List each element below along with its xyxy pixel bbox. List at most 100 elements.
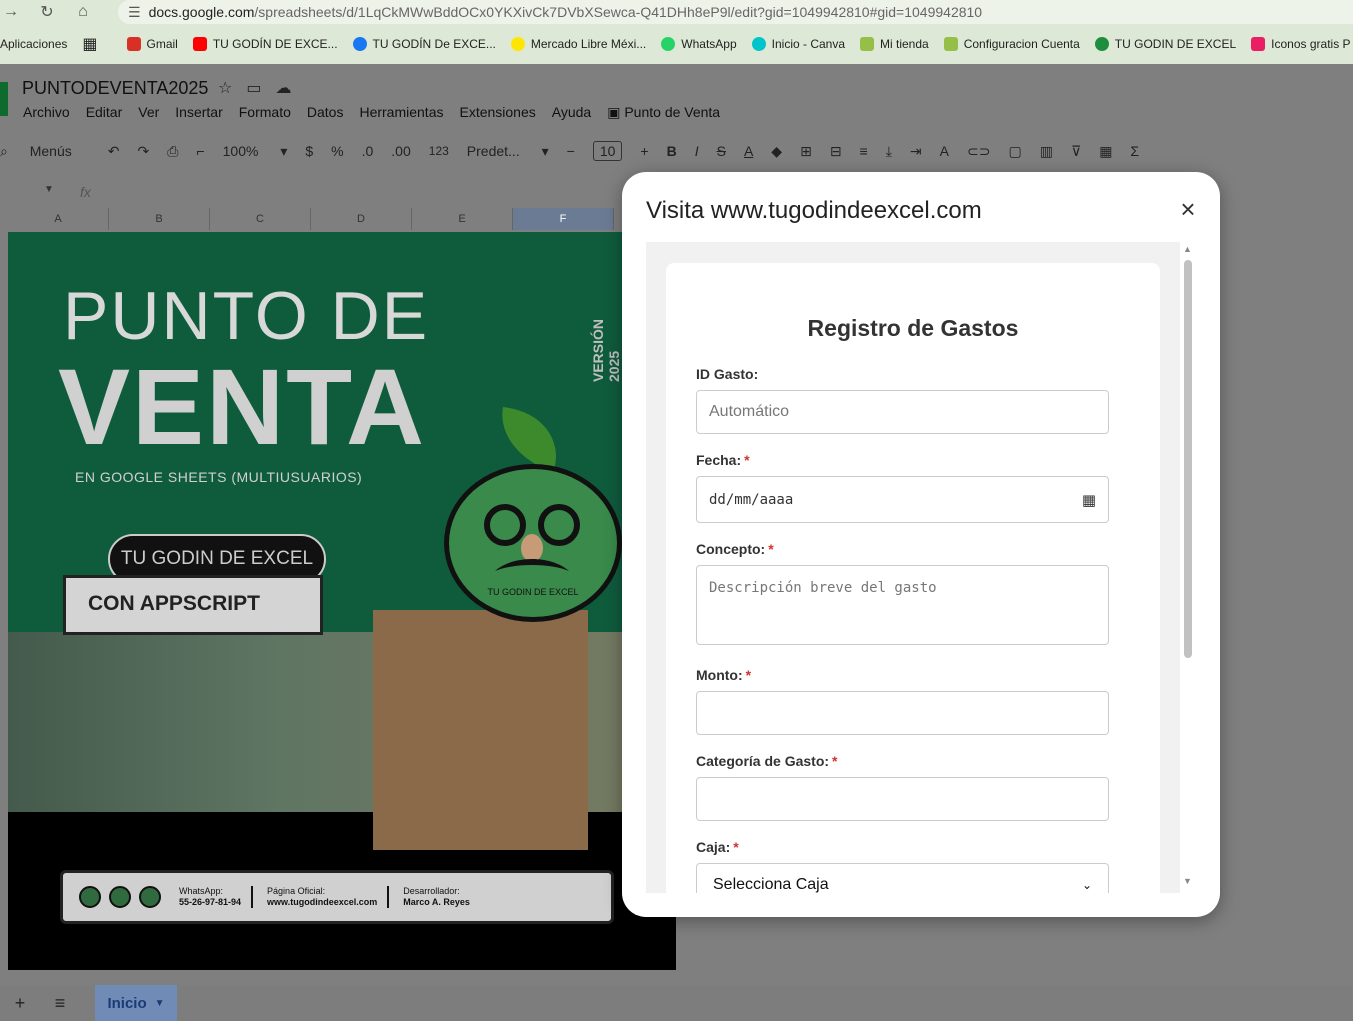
- banner-footer: WhatsApp: 55-26-97-81-94 Página Oficial: w…: [60, 870, 614, 924]
- font-select[interactable]: Predet... ▾: [467, 143, 549, 160]
- decrease-decimal-button[interactable]: .0: [362, 143, 374, 159]
- font-size-input[interactable]: 10: [592, 141, 623, 161]
- forward-icon[interactable]: →: [0, 3, 22, 21]
- menu-archivo[interactable]: Archivo: [23, 104, 70, 121]
- column-header-e[interactable]: E: [412, 208, 513, 230]
- menu-insertar[interactable]: Insertar: [175, 104, 222, 121]
- bookmark-gmail[interactable]: Gmail: [126, 37, 178, 51]
- calendar-icon[interactable]: ▦: [1082, 491, 1096, 509]
- text-color-icon[interactable]: A: [744, 143, 753, 159]
- menu-editar[interactable]: Editar: [86, 104, 123, 121]
- menu-datos[interactable]: Datos: [307, 104, 344, 121]
- menus-search[interactable]: ⌕ Menús: [0, 143, 90, 160]
- borders-icon[interactable]: ⊞: [800, 143, 812, 160]
- column-header-f[interactable]: F: [513, 208, 614, 230]
- align-vertical-icon[interactable]: ⤓: [886, 143, 892, 160]
- sheet-tabs-bar: + ≡ Inicio ▼: [0, 985, 1353, 1021]
- currency-button[interactable]: $: [305, 143, 313, 159]
- monto-input[interactable]: [696, 691, 1109, 735]
- mascot-logo-text: TU GODIN DE EXCEL: [487, 587, 579, 597]
- required-mark: *: [745, 667, 752, 683]
- redo-icon[interactable]: ↷: [138, 143, 150, 160]
- menu-ver[interactable]: Ver: [138, 104, 159, 121]
- chart-icon[interactable]: ▥: [1040, 143, 1053, 160]
- bookmark-mercadolibre[interactable]: Mercado Libre Méxi...: [510, 37, 646, 51]
- column-header-b[interactable]: B: [109, 208, 210, 230]
- home-icon[interactable]: ⌂: [72, 3, 94, 21]
- move-folder-icon[interactable]: ▭: [246, 80, 275, 97]
- undo-icon[interactable]: ↶: [108, 143, 120, 160]
- bookmark-configuracion[interactable]: Configuracion Cuenta: [943, 37, 1080, 51]
- modal-content: Registro de Gastos ID Gasto: Automático …: [646, 242, 1196, 893]
- site-info-icon[interactable]: ☰: [128, 4, 141, 21]
- concepto-label: Concepto: *: [696, 541, 774, 557]
- close-icon[interactable]: ×: [1175, 196, 1201, 222]
- merge-cells-icon[interactable]: ⊟: [830, 143, 842, 160]
- add-sheet-icon[interactable]: +: [0, 993, 40, 1014]
- apps-grid-icon[interactable]: ▦: [82, 34, 97, 54]
- italic-icon[interactable]: I: [695, 143, 699, 159]
- categoria-label: Categoría de Gasto: *: [696, 753, 838, 769]
- functions-icon[interactable]: Σ: [1130, 143, 1139, 159]
- all-sheets-icon[interactable]: ≡: [40, 993, 80, 1014]
- bookmark-canva[interactable]: Inicio - Canva: [751, 37, 845, 51]
- font-size-increase-icon[interactable]: +: [640, 143, 648, 159]
- column-header-d[interactable]: D: [311, 208, 412, 230]
- url-field[interactable]: ☰ docs.google.com/spreadsheets/d/1LqCkMW…: [118, 0, 1353, 24]
- bookmark-apps[interactable]: Aplicaciones: [0, 37, 67, 51]
- font-size-decrease-icon[interactable]: −: [567, 143, 575, 159]
- align-horizontal-icon[interactable]: ≡: [860, 143, 868, 159]
- name-box-dropdown-icon[interactable]: ▼: [44, 184, 54, 195]
- print-icon[interactable]: ⎙: [167, 143, 178, 160]
- menu-punto-de-venta[interactable]: ▣ Punto de Venta: [607, 104, 720, 121]
- scroll-thumb[interactable]: [1184, 260, 1192, 658]
- bookmark-whatsapp[interactable]: WhatsApp: [661, 37, 737, 51]
- sheets-logo-icon[interactable]: [0, 82, 8, 116]
- bookmark-iconos[interactable]: Iconos gratis P: [1251, 37, 1351, 51]
- text-wrap-icon[interactable]: ⇥: [910, 143, 922, 160]
- document-title[interactable]: PUNTODEVENTA2025: [22, 78, 208, 99]
- scroll-down-icon[interactable]: ▼: [1183, 876, 1192, 886]
- paint-format-icon[interactable]: ⌐: [196, 143, 204, 159]
- modal-scrollbar[interactable]: ▲ ▼: [1180, 242, 1196, 893]
- bookmark-youtube[interactable]: TU GODÍN DE EXCE...: [192, 37, 338, 51]
- bold-icon[interactable]: B: [667, 143, 677, 159]
- concepto-textarea[interactable]: Descripción breve del gasto: [696, 565, 1109, 645]
- star-icon[interactable]: ☆: [218, 80, 246, 97]
- menu-herramientas[interactable]: Herramientas: [359, 104, 443, 121]
- percent-button[interactable]: %: [331, 143, 343, 159]
- mercadolibre-icon: [510, 37, 525, 51]
- increase-decimal-button[interactable]: .00: [391, 143, 410, 159]
- fill-color-icon[interactable]: ◆: [771, 143, 782, 160]
- caja-select[interactable]: Selecciona Caja ⌄: [696, 863, 1109, 893]
- menu-formato[interactable]: Formato: [239, 104, 291, 121]
- cloud-status-icon[interactable]: ☁: [275, 80, 305, 97]
- categoria-input[interactable]: [696, 777, 1109, 821]
- gmail-icon: [126, 37, 141, 51]
- bookmark-tu-godin[interactable]: TU GODIN DE EXCEL: [1094, 37, 1236, 51]
- reload-icon[interactable]: ↻: [36, 2, 58, 22]
- filter-views-icon[interactable]: ▦: [1099, 143, 1112, 160]
- tab-dropdown-icon[interactable]: ▼: [155, 998, 165, 1009]
- column-header-a[interactable]: A: [8, 208, 109, 230]
- menu-extensiones[interactable]: Extensiones: [459, 104, 535, 121]
- url-path: /spreadsheets/d/1LqCkMWwBddOCx0YKXivCk7D…: [254, 4, 983, 20]
- required-mark: *: [768, 541, 774, 557]
- menu-ayuda[interactable]: Ayuda: [552, 104, 591, 121]
- fecha-input[interactable]: dd/mm/aaaa ▦: [696, 476, 1109, 523]
- text-rotation-icon[interactable]: A: [940, 143, 949, 159]
- number-format-button[interactable]: 123: [429, 144, 449, 158]
- strikethrough-icon[interactable]: S: [717, 143, 726, 159]
- id-gasto-input[interactable]: Automático: [696, 390, 1109, 434]
- bookmark-mi-tienda[interactable]: Mi tienda: [860, 37, 929, 51]
- column-header-c[interactable]: C: [210, 208, 311, 230]
- punto-de-venta-banner: PUNTO DE VENTA EN GOOGLE SHEETS (MULTIUS…: [8, 232, 676, 970]
- scroll-up-icon[interactable]: ▲: [1183, 244, 1192, 254]
- filter-icon[interactable]: ⊽: [1071, 143, 1081, 160]
- comment-icon[interactable]: ▢: [1008, 143, 1021, 160]
- zoom-select[interactable]: 100% ▾: [223, 143, 288, 160]
- expense-form: Registro de Gastos ID Gasto: Automático …: [666, 263, 1160, 893]
- tab-inicio[interactable]: Inicio ▼: [95, 985, 177, 1021]
- link-icon[interactable]: ⊂⊃: [967, 143, 990, 160]
- bookmark-facebook[interactable]: TU GODÍN De EXCE...: [352, 37, 496, 51]
